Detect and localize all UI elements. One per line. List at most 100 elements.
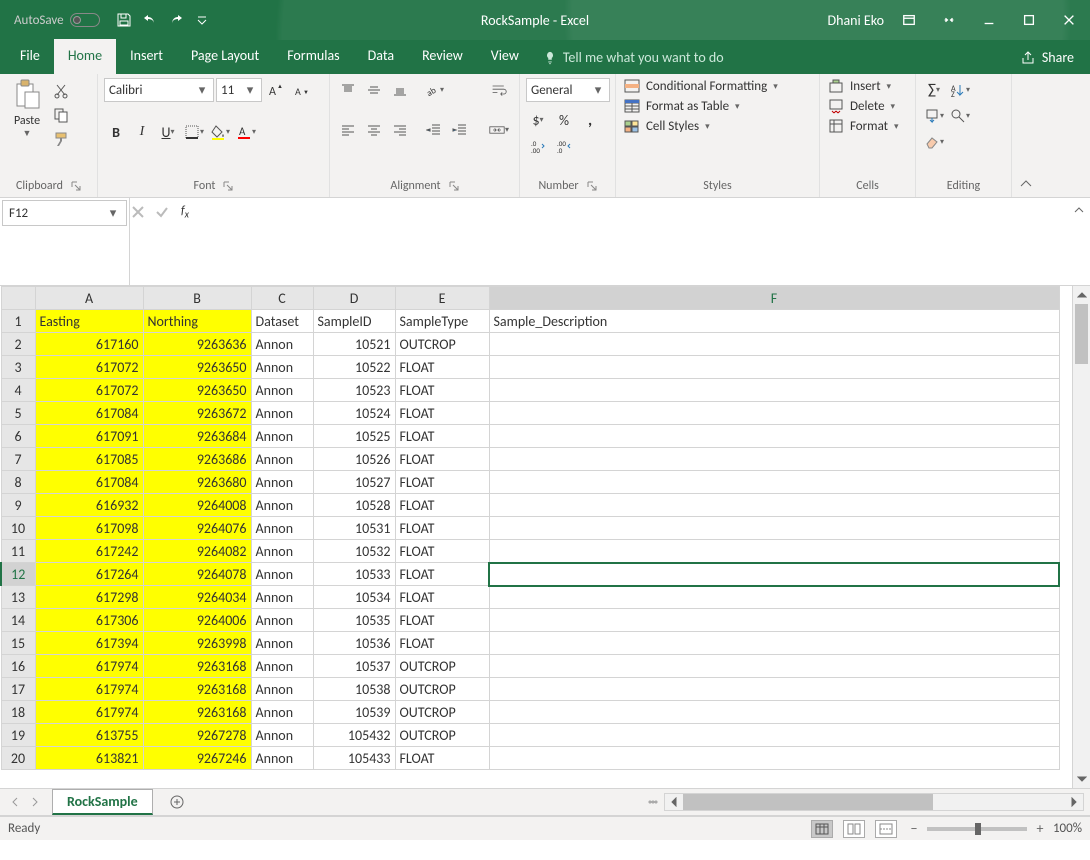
cell[interactable]: Annon [251, 471, 313, 494]
sheet-tab-active[interactable]: RockSample [52, 789, 153, 815]
percent-format-icon[interactable]: % [552, 108, 576, 132]
clear-icon[interactable]: ▾ [922, 130, 946, 154]
sheet-nav-next-icon[interactable] [26, 793, 44, 811]
cell[interactable]: OUTCROP [395, 701, 489, 724]
cell[interactable]: 10523 [313, 379, 395, 402]
cell[interactable]: FLOAT [395, 402, 489, 425]
tab-home[interactable]: Home [54, 39, 116, 74]
cell[interactable] [489, 563, 1059, 586]
borders-button[interactable]: ▾ [182, 120, 206, 144]
row-header[interactable]: 7 [1, 448, 35, 471]
cell[interactable]: 617298 [35, 586, 143, 609]
cell[interactable]: 105433 [313, 747, 395, 770]
hscroll-right-icon[interactable] [1065, 797, 1083, 807]
cell[interactable]: 10536 [313, 632, 395, 655]
cell[interactable] [489, 471, 1059, 494]
hscroll-left-icon[interactable] [665, 797, 683, 807]
accounting-format-icon[interactable]: $▾ [526, 108, 550, 132]
row-header[interactable]: 18 [1, 701, 35, 724]
cell[interactable]: 9267278 [143, 724, 251, 747]
cell[interactable]: FLOAT [395, 586, 489, 609]
cell[interactable]: 613755 [35, 724, 143, 747]
cell[interactable]: Annon [251, 540, 313, 563]
page-layout-view-icon[interactable] [843, 820, 865, 838]
insert-cells-button[interactable]: Insert▾ [826, 78, 901, 94]
cell[interactable]: Annon [251, 448, 313, 471]
cell[interactable]: 617160 [35, 333, 143, 356]
minimize-icon[interactable] [974, 5, 1004, 35]
row-header[interactable]: 11 [1, 540, 35, 563]
name-box[interactable]: F12▾ [2, 200, 127, 226]
row-header[interactable]: 13 [1, 586, 35, 609]
cell[interactable]: FLOAT [395, 747, 489, 770]
cell[interactable]: Dataset [251, 310, 313, 333]
autosum-icon[interactable]: ∑▾ [922, 78, 946, 102]
cell[interactable]: 617974 [35, 678, 143, 701]
cell[interactable]: 10521 [313, 333, 395, 356]
cell[interactable]: Annon [251, 494, 313, 517]
expand-formula-bar-icon[interactable] [1068, 198, 1090, 285]
cell[interactable] [489, 356, 1059, 379]
cell[interactable] [489, 379, 1059, 402]
cell[interactable] [489, 609, 1059, 632]
cell[interactable]: 9263650 [143, 379, 251, 402]
alignment-dialog-launcher-icon[interactable] [449, 181, 459, 191]
decrease-decimal-icon[interactable]: .00.0 [552, 134, 576, 158]
collapse-ribbon-icon[interactable] [1012, 74, 1040, 197]
col-header-B[interactable]: B [143, 287, 251, 310]
cell[interactable] [489, 678, 1059, 701]
cell[interactable]: 9263672 [143, 402, 251, 425]
cell[interactable]: FLOAT [395, 609, 489, 632]
row-header[interactable]: 20 [1, 747, 35, 770]
cell[interactable]: FLOAT [395, 563, 489, 586]
sort-filter-icon[interactable]: AZ▾ [948, 78, 972, 102]
cell[interactable]: 9264076 [143, 517, 251, 540]
paste-button[interactable]: Paste ▼ [6, 78, 48, 139]
row-header[interactable]: 14 [1, 609, 35, 632]
tab-page-layout[interactable]: Page Layout [177, 39, 273, 74]
cell[interactable]: 617242 [35, 540, 143, 563]
page-break-view-icon[interactable] [875, 820, 897, 838]
row-header[interactable]: 1 [1, 310, 35, 333]
cell[interactable]: 9267246 [143, 747, 251, 770]
tab-review[interactable]: Review [408, 39, 477, 74]
cell[interactable]: FLOAT [395, 517, 489, 540]
cell[interactable]: Annon [251, 563, 313, 586]
cell[interactable]: 9263636 [143, 333, 251, 356]
format-as-table-button[interactable]: Format as Table▾ [622, 98, 780, 114]
share-button[interactable]: Share [1010, 41, 1084, 74]
cell[interactable]: 10539 [313, 701, 395, 724]
cell[interactable]: Annon [251, 678, 313, 701]
cell[interactable]: 9263686 [143, 448, 251, 471]
copy-icon[interactable] [52, 106, 70, 124]
vertical-scrollbar[interactable] [1072, 286, 1090, 788]
autosave-toggle[interactable]: AutoSave [6, 13, 108, 28]
tab-formulas[interactable]: Formulas [273, 39, 353, 74]
cell[interactable]: 9263650 [143, 356, 251, 379]
user-name[interactable]: Dhani Eko [827, 12, 884, 29]
cell[interactable]: Annon [251, 632, 313, 655]
cell[interactable]: 9264006 [143, 609, 251, 632]
cell[interactable]: SampleID [313, 310, 395, 333]
align-bottom-icon[interactable] [388, 78, 412, 102]
scroll-down-icon[interactable] [1073, 770, 1090, 788]
horizontal-scrollbar[interactable] [664, 793, 1084, 811]
cell[interactable]: OUTCROP [395, 678, 489, 701]
cell[interactable]: 10532 [313, 540, 395, 563]
comma-format-icon[interactable]: , [578, 108, 602, 132]
orientation-icon[interactable]: ab▾ [422, 78, 446, 102]
row-header[interactable]: 3 [1, 356, 35, 379]
cell[interactable]: FLOAT [395, 448, 489, 471]
conditional-formatting-button[interactable]: Conditional Formatting▾ [622, 78, 780, 94]
cell[interactable]: Annon [251, 586, 313, 609]
cell[interactable]: FLOAT [395, 379, 489, 402]
row-header[interactable]: 4 [1, 379, 35, 402]
col-header-A[interactable]: A [35, 287, 143, 310]
cell[interactable]: 617091 [35, 425, 143, 448]
cell[interactable]: 10526 [313, 448, 395, 471]
row-header[interactable]: 8 [1, 471, 35, 494]
cell[interactable]: Annon [251, 333, 313, 356]
cell[interactable]: 617306 [35, 609, 143, 632]
tell-me-search[interactable]: Tell me what you want to do [533, 41, 734, 74]
cell[interactable]: 10525 [313, 425, 395, 448]
